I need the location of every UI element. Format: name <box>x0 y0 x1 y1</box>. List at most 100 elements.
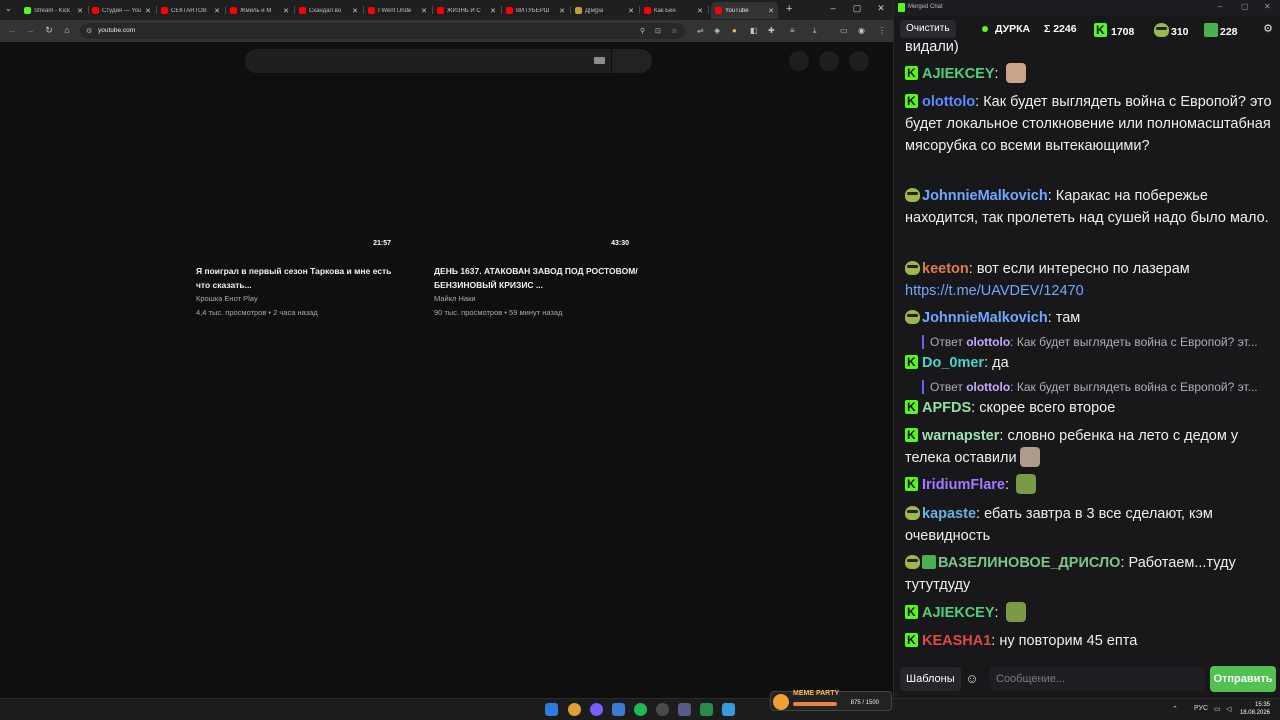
install-icon[interactable]: ⊡ <box>655 27 661 35</box>
chat-message[interactable]: AJIEKCEY: <box>905 63 1275 85</box>
browser-tab[interactable]: Д[м]ра ✕ <box>571 2 638 19</box>
extensions-puzzle-icon[interactable]: ✚ <box>768 26 775 35</box>
tab-search-icon[interactable]: ⌄ <box>5 4 12 13</box>
chat-username[interactable]: kapaste <box>922 506 976 522</box>
send-button[interactable]: Отправить <box>1210 666 1276 692</box>
reading-list-icon[interactable]: ≡ <box>790 26 795 35</box>
site-info-icon[interactable]: ⚙ <box>86 27 92 35</box>
avatar[interactable] <box>849 51 869 71</box>
tab-close-icon[interactable]: ✕ <box>283 7 289 15</box>
tray-chevron-icon[interactable]: ⌃ <box>1172 705 1178 713</box>
maximize-icon[interactable]: ▢ <box>1241 2 1249 11</box>
terminal-icon[interactable] <box>700 703 713 716</box>
channel-name[interactable]: Майкл Наки <box>434 294 476 303</box>
url-field[interactable]: ⚙ youtube.com ⚲ ⊡ ☆ <box>80 23 685 39</box>
chat-message[interactable]: AJIEKCEY: <box>905 602 1275 624</box>
extension-icon-4[interactable]: ◧ <box>750 26 758 35</box>
reply-reference[interactable]: Ответ olottolo: Как будет выглядеть войн… <box>922 380 1267 394</box>
tab-close-icon[interactable]: ✕ <box>559 7 565 15</box>
browser-tab[interactable]: Студия — YouTube✕ <box>88 2 155 19</box>
discord-icon[interactable] <box>590 703 603 716</box>
chat-message[interactable]: APFDS: скорее всего второе <box>905 397 1275 419</box>
tab-close-icon[interactable]: ✕ <box>352 7 358 15</box>
video-thumbnail[interactable] <box>434 90 629 252</box>
maximize-icon[interactable]: ▢ <box>850 3 864 14</box>
windows-start-icon[interactable] <box>545 703 558 716</box>
reply-username[interactable]: olottolo <box>966 335 1010 349</box>
youtube-search-button[interactable] <box>612 49 652 73</box>
chat-username[interactable]: AJIEKCEY <box>922 66 995 82</box>
keyboard-icon[interactable] <box>594 57 605 64</box>
chat-message[interactable]: KEASHA1: ну повторим 45 епта <box>905 630 1275 652</box>
chat-username[interactable]: JohnnieMalkovich <box>922 188 1048 204</box>
browser-tab[interactable]: СЕКТАНТОВ ✕ <box>157 2 224 19</box>
chat-username[interactable]: olottolo <box>922 94 975 110</box>
settings-gear-icon[interactable]: ⚙ <box>1263 22 1273 35</box>
chat-message[interactable]: IridiumFlare: <box>905 474 1275 496</box>
video-card[interactable]: 43:30 ДЕНЬ 1637. АТАКОВАН ЗАВОД ПОД РОСТ… <box>434 90 644 330</box>
chat-message[interactable]: JohnnieMalkovich: Каракас на побережье н… <box>905 185 1275 229</box>
browser-tab[interactable]: Stream - Kick ✕ <box>20 2 87 19</box>
home-icon[interactable]: ⌂ <box>61 25 73 35</box>
chat-emote-icon[interactable] <box>1016 474 1037 494</box>
templates-button[interactable]: Шаблоны <box>900 667 961 691</box>
chat-username[interactable]: IridiumFlare <box>922 477 1005 493</box>
tab-close-icon[interactable]: ✕ <box>490 7 496 15</box>
tab-close-icon[interactable]: ✕ <box>768 7 774 15</box>
video-card[interactable]: 21:57 Я поиграл в первый сезон Таркова и… <box>196 90 406 330</box>
browser-tab[interactable]: Как Бен ✕ <box>640 2 707 19</box>
channel-name[interactable]: Крошка Енот Play <box>196 294 258 303</box>
tab-close-icon[interactable]: ✕ <box>421 7 427 15</box>
notifications-icon[interactable] <box>819 51 839 71</box>
chat-emote-icon[interactable] <box>1019 447 1040 467</box>
browser-tab[interactable]: Скандал во ✕ <box>295 2 362 19</box>
browser-tab[interactable]: ЖИЗНЬ И С ✕ <box>433 2 500 19</box>
chat-emote-icon[interactable] <box>1005 602 1026 622</box>
tab-close-icon[interactable]: ✕ <box>145 7 151 15</box>
chat-message[interactable]: Do_0mer: да <box>905 352 1275 374</box>
chat-link[interactable]: https://t.me/UAVDEV/12470 <box>905 283 1084 299</box>
telegram-icon[interactable] <box>722 703 735 716</box>
video-title[interactable]: Я поиграл в первый сезон Таркова и мне е… <box>196 264 401 292</box>
chat-message[interactable]: JohnnieMalkovich: там <box>905 307 1275 329</box>
chat-message[interactable]: warnapster: словно ребенка на лето с дед… <box>905 425 1275 469</box>
extension-icon-3[interactable]: ● <box>732 26 737 35</box>
create-icon[interactable] <box>789 51 809 71</box>
chat-username[interactable]: APFDS <box>922 400 971 416</box>
video-thumbnail[interactable] <box>196 90 391 252</box>
extension-icon-1[interactable]: ⇌ <box>697 26 704 35</box>
chat-message[interactable]: видали) <box>905 38 1275 58</box>
tab-close-icon[interactable]: ✕ <box>628 7 634 15</box>
video-title[interactable]: ДЕНЬ 1637. АТАКОВАН ЗАВОД ПОД РОСТОВОМ/ … <box>434 264 639 292</box>
browser-menu-icon[interactable]: ⋮ <box>878 26 886 35</box>
close-window-icon[interactable]: ✕ <box>1264 2 1271 11</box>
back-icon[interactable]: ← <box>6 25 18 35</box>
obs-icon[interactable] <box>656 703 669 716</box>
chat-message[interactable]: ВАЗЕЛИНОВОЕ_ДРИСЛО: Работаем...туду туту… <box>905 552 1275 596</box>
chat-username[interactable]: warnapster <box>922 428 999 444</box>
chat-message[interactable]: kapaste: ебать завтра в 3 все сделают, к… <box>905 503 1275 547</box>
chat-username[interactable]: KEASHA1 <box>922 633 991 649</box>
message-input[interactable] <box>990 667 1205 691</box>
cast-icon[interactable]: ▭ <box>840 26 848 35</box>
steam-icon[interactable] <box>612 703 625 716</box>
download-icon[interactable]: ⤓ <box>813 26 817 36</box>
chat-username[interactable]: JohnnieMalkovich <box>922 310 1048 326</box>
profile-icon[interactable]: ◉ <box>858 26 865 35</box>
tab-close-icon[interactable]: ✕ <box>697 7 703 15</box>
minimize-icon[interactable]: – <box>1218 2 1222 11</box>
extension-icon-2[interactable]: ◈ <box>714 26 720 35</box>
chat-message[interactable]: olottolo: Как будет выглядеть война с Ев… <box>905 91 1275 157</box>
close-window-icon[interactable]: ✕ <box>874 3 888 14</box>
browser-tab[interactable]: Жмиль и М ✕ <box>226 2 293 19</box>
system-clock[interactable]: 15:35 18.08.2026 <box>1240 701 1270 717</box>
new-tab-button[interactable]: + <box>786 3 792 15</box>
chat-username[interactable]: keeton <box>922 261 969 277</box>
reply-reference[interactable]: Ответ olottolo: Как будет выглядеть войн… <box>922 335 1267 349</box>
minimize-icon[interactable]: – <box>826 3 840 13</box>
browser-tab[interactable]: ВИТУБЕРШ ✕ <box>502 2 569 19</box>
bookmark-star-icon[interactable]: ☆ <box>671 27 677 35</box>
language-indicator[interactable]: РУС <box>1194 705 1208 712</box>
app-icon[interactable] <box>678 703 691 716</box>
chat-message-list[interactable]: видали) AJIEKCEY: olottolo: Как будет выг… <box>894 38 1280 660</box>
